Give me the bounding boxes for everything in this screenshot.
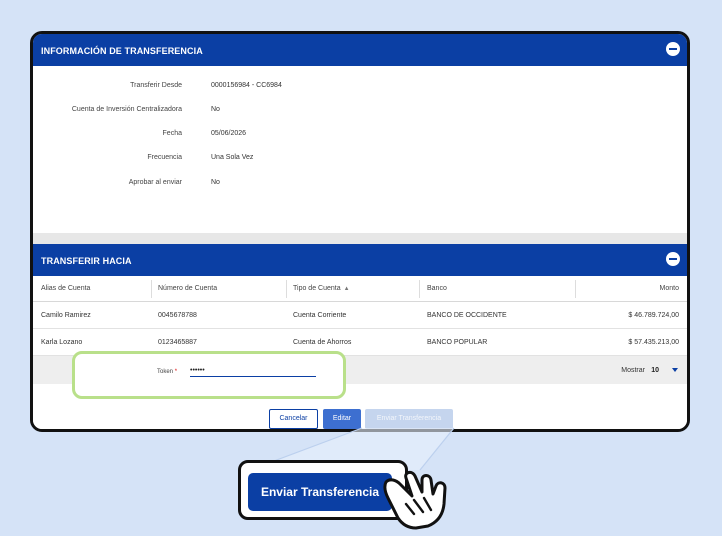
column-divider xyxy=(419,280,420,298)
info-value: No xyxy=(211,179,220,186)
cell-bank: BANCO POPULAR xyxy=(427,339,488,346)
cell-number: 0123465887 xyxy=(158,339,197,346)
info-value: 05/06/2026 xyxy=(211,130,247,137)
caret-down-icon[interactable] xyxy=(672,368,678,372)
table-header: Alias de Cuenta Número de Cuenta Tipo de… xyxy=(33,276,687,302)
info-value: No xyxy=(211,106,220,113)
token-label: Token * xyxy=(157,369,177,375)
send-transfer-button-zoomed[interactable]: Enviar Transferencia xyxy=(248,473,392,511)
send-transfer-button[interactable]: Enviar Transferencia xyxy=(365,409,453,429)
cell-amount: $ 57.435.213,00 xyxy=(628,339,679,346)
cell-bank: BANCO DE OCCIDENTE xyxy=(427,312,507,319)
edit-button[interactable]: Editar xyxy=(323,409,361,429)
info-value: 0000156984 - CC6984 xyxy=(211,82,282,89)
info-section-header[interactable]: INFORMACIÓN DE TRANSFERENCIA xyxy=(33,34,687,66)
minus-circle-icon[interactable] xyxy=(666,42,680,56)
column-header-alias[interactable]: Alias de Cuenta xyxy=(41,285,90,292)
info-row-approve: Aprobar al enviar No xyxy=(33,179,687,191)
info-section-title: INFORMACIÓN DE TRANSFERENCIA xyxy=(41,46,203,56)
column-divider xyxy=(151,280,152,298)
sort-asc-icon[interactable]: ▲ xyxy=(344,286,350,292)
pager-label: Mostrar xyxy=(621,367,645,374)
column-header-number[interactable]: Número de Cuenta xyxy=(158,285,217,292)
hand-pointer-icon xyxy=(383,470,447,530)
cell-type: Cuenta de Ahorros xyxy=(293,339,352,346)
cell-amount: $ 46.789.724,00 xyxy=(628,312,679,319)
page-size-select[interactable]: 10 xyxy=(651,367,659,374)
table-row[interactable]: Camilo Ramirez 0045678788 Cuenta Corrien… xyxy=(33,302,687,329)
cell-number: 0045678788 xyxy=(158,312,197,319)
minus-circle-icon[interactable] xyxy=(666,252,680,266)
cell-type: Cuenta Corriente xyxy=(293,312,347,319)
info-label: Aprobar al enviar xyxy=(128,179,182,186)
info-label: Fecha xyxy=(162,130,182,137)
cell-alias: Karla Lozano xyxy=(41,339,83,346)
column-header-type-label: Tipo de Cuenta xyxy=(293,285,341,292)
token-highlight: Token * xyxy=(72,351,346,399)
info-row-frequency: Frecuencia Una Sola Vez xyxy=(33,154,687,166)
column-header-amount[interactable]: Monto xyxy=(660,285,679,292)
token-input[interactable] xyxy=(190,364,316,377)
column-header-bank[interactable]: Banco xyxy=(427,285,447,292)
cancel-button[interactable]: Cancelar xyxy=(269,409,318,429)
column-divider xyxy=(575,280,576,298)
info-row-origin: Transferir Desde 0000156984 - CC6984 xyxy=(33,82,687,94)
cell-alias: Camilo Ramirez xyxy=(41,312,91,319)
info-label: Frecuencia xyxy=(147,154,182,161)
required-mark: * xyxy=(174,369,178,375)
info-row-investment: Cuenta de Inversión Centralizadora No xyxy=(33,106,687,118)
column-divider xyxy=(286,280,287,298)
section-divider xyxy=(33,233,687,244)
to-section-header[interactable]: TRANSFERIR HACIA xyxy=(33,244,687,276)
token-label-text: Token xyxy=(157,369,174,375)
info-label: Cuenta de Inversión Centralizadora xyxy=(71,106,182,113)
info-section-body: Transferir Desde 0000156984 - CC6984 Cue… xyxy=(33,66,687,233)
info-row-date: Fecha 05/06/2026 xyxy=(33,130,687,142)
info-value: Una Sola Vez xyxy=(211,154,254,161)
info-label: Transferir Desde xyxy=(130,82,182,89)
column-header-type[interactable]: Tipo de Cuenta ▲ xyxy=(293,285,350,292)
to-section-title: TRANSFERIR HACIA xyxy=(41,256,132,266)
